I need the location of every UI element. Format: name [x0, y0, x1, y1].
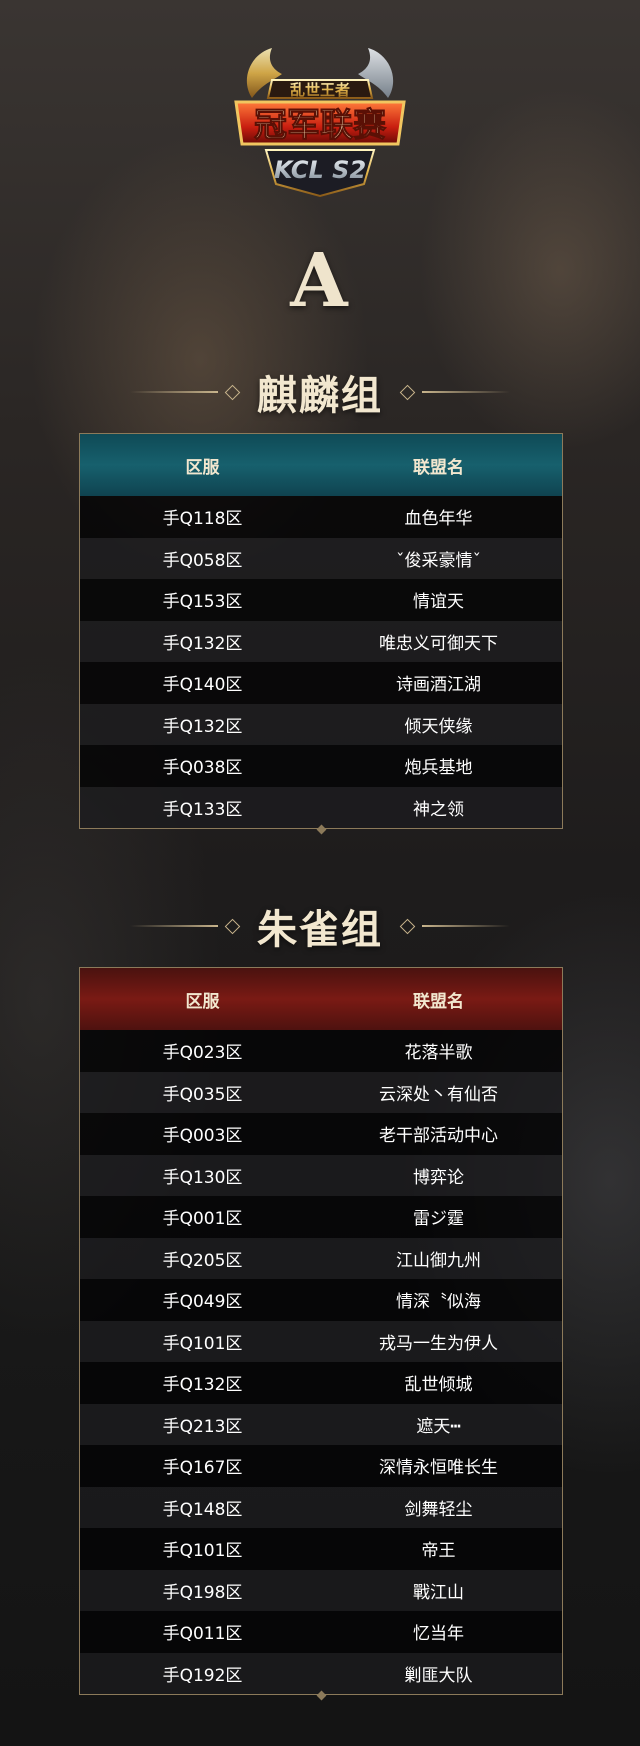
- server-cell: 手Q023区: [162, 1043, 243, 1064]
- alliance-cell: 忆当年: [413, 1624, 464, 1645]
- divider-line: [130, 925, 218, 927]
- server-cell: 手Q058区: [162, 550, 243, 571]
- alliance-cell: 江山御九州: [396, 1250, 481, 1271]
- alliance-cell: 情深〝似海: [396, 1292, 481, 1313]
- alliance-cell: 老干部活动中心: [379, 1126, 498, 1147]
- table-row: 手Q038区 炮兵基地: [80, 745, 562, 787]
- alliance-cell: 剿匪大队: [404, 1665, 473, 1686]
- table-row: 手Q049区 情深〝似海: [80, 1279, 562, 1321]
- server-cell: 手Q213区: [162, 1416, 243, 1437]
- alliance-cell: 云深处丶有仙否: [379, 1084, 498, 1105]
- alliance-cell: 深情永恒唯长生: [379, 1458, 498, 1479]
- table-row: 手Q140区 诗画酒江湖: [80, 662, 562, 704]
- server-cell: 手Q192区: [162, 1665, 243, 1686]
- group-title-zhuque: 朱雀组: [0, 898, 640, 954]
- server-cell: 手Q198区: [162, 1582, 243, 1603]
- divider-line: [130, 391, 218, 393]
- alliance-cell: 花落半歌: [404, 1043, 473, 1064]
- server-cell: 手Q003区: [162, 1126, 243, 1147]
- table-row: 手Q118区 血色年华: [80, 496, 562, 538]
- alliance-cell: 炮兵基地: [404, 758, 473, 779]
- table-row: 手Q058区 ˇ俊采豪情ˇ: [80, 537, 562, 579]
- alliance-cell: 戎马一生为伊人: [379, 1333, 498, 1354]
- alliance-cell: 诗画酒江湖: [396, 675, 481, 696]
- table-row: 手Q023区 花落半歌: [80, 1030, 562, 1072]
- logo-main-text: 冠军联赛: [254, 105, 387, 144]
- server-cell: 手Q101区: [162, 1541, 243, 1562]
- server-cell: 手Q132区: [162, 633, 243, 654]
- server-cell: 手Q132区: [162, 1375, 243, 1396]
- table-row: 手Q035区 云深处丶有仙否: [80, 1071, 562, 1113]
- logo-sub-text: KCL S2: [274, 156, 366, 184]
- server-cell: 手Q011区: [162, 1624, 243, 1645]
- alliance-cell: 血色年华: [404, 509, 473, 530]
- table-row: 手Q003区 老干部活动中心: [80, 1113, 562, 1155]
- header-server: 区服: [185, 991, 220, 1012]
- table-body: 手Q023区 花落半歌 手Q035区 云深处丶有仙否 手Q003区 老干部活动中心 手…: [80, 1030, 562, 1694]
- header-alliance: 联盟名: [413, 991, 464, 1012]
- table-header: 区服 联盟名: [80, 968, 562, 1030]
- table-row: 手Q153区 情谊天: [80, 579, 562, 621]
- server-cell: 手Q101区: [162, 1333, 243, 1354]
- diamond-ornament-icon: [224, 384, 241, 400]
- zhuque-group-table: 区服 联盟名 手Q023区 花落半歌 手Q035区 云深处丶有仙否 手Q003区 老干…: [79, 967, 563, 1695]
- alliance-cell: 倾天侠缘: [404, 716, 473, 737]
- logo-top-text: 乱世王者: [290, 81, 350, 99]
- divider-line: [422, 391, 510, 393]
- table-row: 手Q011区 忆当年: [80, 1611, 562, 1653]
- server-cell: 手Q049区: [162, 1292, 243, 1313]
- alliance-cell: 遮天┅: [416, 1416, 461, 1437]
- table-row: 手Q213区 遮天┅: [80, 1403, 562, 1445]
- alliance-cell: 博弈论: [413, 1167, 464, 1188]
- kcl-s2-logo: 乱世王者 冠军联赛 KCL S2: [222, 40, 418, 200]
- alliance-cell: 雷ジ霆: [413, 1209, 464, 1230]
- server-cell: 手Q153区: [162, 592, 243, 613]
- table-row: 手Q192区 剿匪大队: [80, 1652, 562, 1694]
- server-cell: 手Q132区: [162, 716, 243, 737]
- table-body: 手Q118区 血色年华 手Q058区 ˇ俊采豪情ˇ 手Q153区 情谊天 手Q132区…: [80, 496, 562, 828]
- server-cell: 手Q140区: [162, 675, 243, 696]
- table-row: 手Q133区 神之领: [80, 786, 562, 828]
- server-cell: 手Q133区: [162, 799, 243, 820]
- server-cell: 手Q001区: [162, 1209, 243, 1230]
- table-row: 手Q132区 唯忠义可御天下: [80, 620, 562, 662]
- table-row: 手Q167区 深情永恒唯长生: [80, 1445, 562, 1487]
- alliance-cell: 帝王: [421, 1541, 456, 1562]
- server-cell: 手Q118区: [162, 509, 243, 530]
- server-cell: 手Q130区: [162, 1167, 243, 1188]
- alliance-cell: ˇ俊采豪情ˇ: [396, 550, 481, 571]
- diamond-ornament-icon: [399, 384, 416, 400]
- table-row: 手Q101区 帝王: [80, 1528, 562, 1570]
- diamond-ornament-icon: [224, 918, 241, 934]
- group-title-text: 麒麟组: [257, 372, 383, 419]
- table-row: 手Q130区 博弈论: [80, 1154, 562, 1196]
- table-row: 手Q101区 戎马一生为伊人: [80, 1320, 562, 1362]
- server-cell: 手Q038区: [162, 758, 243, 779]
- table-row: 手Q205区 江山御九州: [80, 1237, 562, 1279]
- table-row: 手Q132区 乱世倾城: [80, 1362, 562, 1404]
- server-cell: 手Q167区: [162, 1458, 243, 1479]
- server-cell: 手Q205区: [162, 1250, 243, 1271]
- table-row: 手Q148区 剑舞轻尘: [80, 1486, 562, 1528]
- alliance-cell: 唯忠义可御天下: [379, 633, 498, 654]
- alliance-cell: 戰江山: [413, 1582, 464, 1603]
- table-row: 手Q001区 雷ジ霆: [80, 1196, 562, 1238]
- alliance-cell: 剑舞轻尘: [404, 1499, 473, 1520]
- table-header: 区服 联盟名: [80, 434, 562, 496]
- group-title-qilin: 麒麟组: [0, 364, 640, 420]
- group-letter: A: [290, 238, 350, 324]
- group-title-text: 朱雀组: [257, 906, 383, 953]
- alliance-cell: 乱世倾城: [404, 1375, 473, 1396]
- table-row: 手Q198区 戰江山: [80, 1569, 562, 1611]
- qilin-group-table: 区服 联盟名 手Q118区 血色年华 手Q058区 ˇ俊采豪情ˇ 手Q153区 情谊天…: [79, 433, 563, 829]
- server-cell: 手Q035区: [162, 1084, 243, 1105]
- header-alliance: 联盟名: [413, 457, 464, 478]
- header-server: 区服: [185, 457, 220, 478]
- alliance-cell: 神之领: [413, 799, 464, 820]
- divider-line: [422, 925, 510, 927]
- diamond-ornament-icon: [399, 918, 416, 934]
- server-cell: 手Q148区: [162, 1499, 243, 1520]
- table-row: 手Q132区 倾天侠缘: [80, 703, 562, 745]
- alliance-cell: 情谊天: [413, 592, 464, 613]
